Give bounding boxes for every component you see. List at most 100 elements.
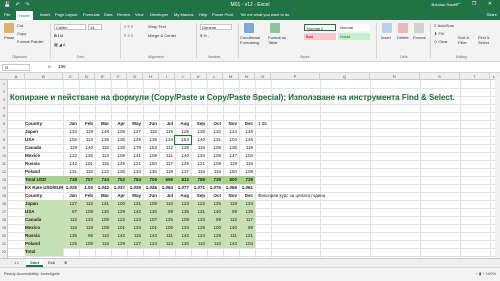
total-cell[interactable]: 752: [111, 176, 127, 184]
selected-cell[interactable]: 1S4: [174, 135, 192, 145]
table-cell[interactable]: 113: [79, 136, 95, 144]
rate-cell[interactable]: 1.064: [159, 184, 175, 192]
table-cell[interactable]: 152: [143, 144, 159, 152]
number-format-select[interactable]: General: [200, 24, 232, 30]
table-cell[interactable]: 111: [159, 152, 175, 160]
table-cell[interactable]: 105: [207, 152, 223, 160]
table-cell[interactable]: 146: [239, 136, 255, 144]
number-format-buttons[interactable]: $ % ,: [200, 33, 209, 38]
table-header-cell[interactable]: Dec: [239, 192, 255, 200]
table-cell[interactable]: Poland: [25, 240, 63, 248]
table-cell[interactable]: 112: [63, 216, 79, 224]
total-cell[interactable]: 738: [207, 176, 223, 184]
column-header[interactable]: S: [420, 73, 460, 80]
tab-view[interactable]: View: [135, 12, 144, 17]
total-cell[interactable]: 812: [175, 176, 191, 184]
style-normal-2[interactable]: Normal 2: [304, 24, 336, 31]
row-header[interactable]: 5: [0, 112, 8, 120]
column-header[interactable]: J: [175, 73, 191, 80]
tab-page-layout[interactable]: Page Layout: [55, 12, 77, 17]
note-text[interactable]: Фиксиран курс за цялата година: [255, 192, 375, 200]
table-cell[interactable]: 110: [143, 128, 159, 136]
table-cell[interactable]: 111: [223, 232, 239, 240]
table-cell[interactable]: 110: [95, 144, 111, 152]
paste-icon[interactable]: [4, 23, 14, 33]
table-cell[interactable]: 105: [207, 144, 223, 152]
row-header[interactable]: 1: [0, 80, 8, 88]
table-cell[interactable]: 150: [223, 168, 239, 176]
table-header-cell[interactable]: Feb: [79, 192, 95, 200]
table-cell[interactable]: 107: [143, 216, 159, 224]
table-cell[interactable]: Mexico: [25, 224, 63, 232]
table-header-cell[interactable]: Apr: [111, 120, 127, 128]
table-header-cell[interactable]: Feb: [79, 120, 95, 128]
table-header-cell[interactable]: Nov: [223, 192, 239, 200]
table-header-cell[interactable]: Jan: [63, 192, 79, 200]
rate-cell[interactable]: 1.077: [175, 184, 191, 192]
table-header-cell[interactable]: Oct: [207, 192, 223, 200]
table-header-cell[interactable]: Dec: [239, 120, 255, 128]
tab-file[interactable]: File: [4, 12, 10, 17]
table-cell[interactable]: 130: [143, 208, 159, 216]
table-cell[interactable]: 110: [207, 240, 223, 248]
table-cell[interactable]: 121: [191, 160, 207, 168]
table-cell[interactable]: 136: [95, 136, 111, 144]
row-header[interactable]: 14: [0, 184, 8, 192]
table-cell[interactable]: 128: [111, 144, 127, 152]
table-cell[interactable]: 119: [79, 224, 95, 232]
column-header[interactable]: L: [207, 73, 223, 80]
table-cell[interactable]: 133: [79, 216, 95, 224]
table-cell[interactable]: 115: [159, 128, 175, 136]
table-cell[interactable]: Russia: [25, 160, 63, 168]
table-cell[interactable]: 134: [191, 152, 207, 160]
table-header-cell[interactable]: Apr: [111, 192, 127, 200]
table-cell[interactable]: Canada: [25, 216, 63, 224]
total-cell[interactable]: 706: [143, 176, 159, 184]
table-cell[interactable]: 140: [207, 208, 223, 216]
table-cell[interactable]: 131: [207, 136, 223, 144]
table-cell[interactable]: 123: [175, 200, 191, 208]
row-header[interactable]: 22: [0, 248, 8, 256]
row-header[interactable]: 15: [0, 192, 8, 200]
style-normal[interactable]: Normal: [338, 24, 370, 31]
sheet-tab-start[interactable]: Start: [26, 259, 44, 267]
table-cell[interactable]: Japan: [25, 200, 63, 208]
tab-insert[interactable]: Insert: [40, 12, 50, 17]
conditional-formatting-button[interactable]: Conditional Formatting: [240, 35, 266, 45]
table-header-cell[interactable]: Mar: [95, 120, 111, 128]
tab-home[interactable]: Home: [16, 11, 33, 20]
tab-data[interactable]: Data: [104, 12, 112, 17]
column-header[interactable]: B: [25, 73, 63, 80]
total-cell[interactable]: 728: [239, 176, 255, 184]
table-cell[interactable]: 130: [95, 208, 111, 216]
column-header[interactable]: K: [191, 73, 207, 80]
table-cell[interactable]: 142: [63, 160, 79, 168]
total-cell[interactable]: 707: [79, 176, 95, 184]
table-cell[interactable]: 124: [159, 136, 175, 144]
table-cell[interactable]: 116: [207, 168, 223, 176]
format-cells-icon[interactable]: [414, 23, 424, 33]
table-cell[interactable]: 126: [207, 200, 223, 208]
table-cell[interactable]: 150: [143, 160, 159, 168]
table-header-cell[interactable]: Nov: [223, 120, 239, 128]
row-header[interactable]: 16: [0, 200, 8, 208]
rate-cell[interactable]: 1.03: [79, 184, 95, 192]
table-cell[interactable]: Russia: [25, 232, 63, 240]
table-header-cell[interactable]: Jul: [159, 192, 175, 200]
row-header[interactable]: 21: [0, 240, 8, 248]
table-cell[interactable]: 115: [127, 232, 143, 240]
table-cell[interactable]: 125: [79, 152, 95, 160]
table-cell[interactable]: 116: [95, 240, 111, 248]
table-cell[interactable]: Mexico: [25, 152, 63, 160]
row-header[interactable]: 7: [0, 128, 8, 136]
align-left-buttons[interactable]: ≡ ≡ ≡: [124, 33, 133, 38]
sort-filter-button[interactable]: Sort & Filter: [458, 35, 476, 45]
table-header-cell[interactable]: Jul: [159, 120, 175, 128]
table-cell[interactable]: USA: [25, 136, 63, 144]
table-cell[interactable]: 112: [79, 200, 95, 208]
column-header[interactable]: Q: [320, 73, 370, 80]
table-cell[interactable]: 134: [239, 200, 255, 208]
table-cell[interactable]: 105: [95, 216, 111, 224]
rate-cell[interactable]: 1.037: [111, 184, 127, 192]
table-cell[interactable]: 112: [223, 216, 239, 224]
